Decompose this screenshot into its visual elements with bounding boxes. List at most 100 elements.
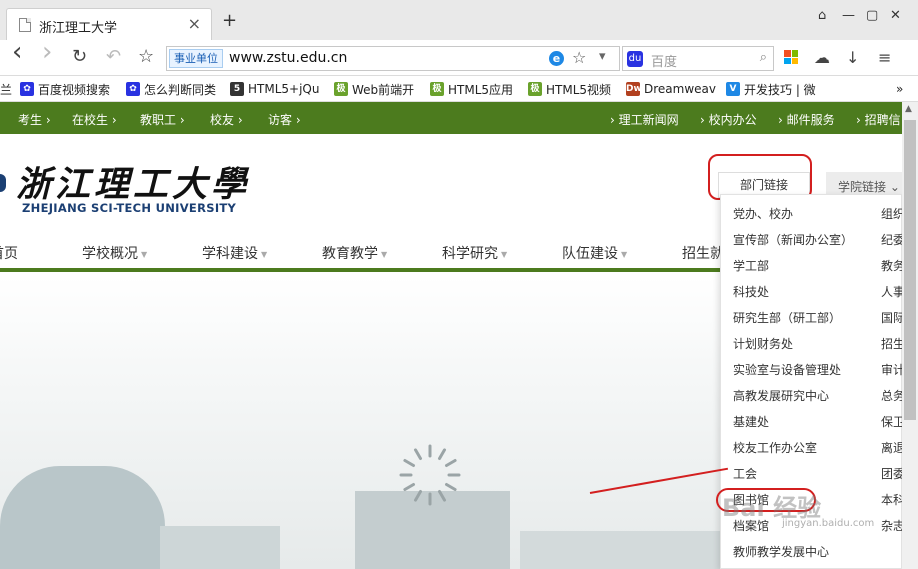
dept-link[interactable]: 工会 <box>733 465 757 482</box>
green-icon: 极 <box>430 82 444 96</box>
paw-icon: ✿ <box>126 82 140 96</box>
favorite-star-icon[interactable]: ☆ <box>572 48 586 67</box>
bookmark-item[interactable]: 极 HTML5视频 <box>528 80 611 98</box>
url-text[interactable]: www.zstu.edu.cn <box>229 50 347 66</box>
dept-link[interactable]: 保卫 <box>881 413 902 430</box>
logo-emblem <box>0 174 6 192</box>
bookmark-item[interactable]: 兰 <box>0 80 12 98</box>
org-type-badge: 事业单位 <box>169 49 223 68</box>
topnav-link[interactable]: 在校生 › <box>72 111 117 128</box>
scrollbar-thumb[interactable] <box>904 120 916 420</box>
bookmark-item[interactable]: 极 HTML5应用 <box>430 80 513 98</box>
bookmark-item[interactable]: V 开发技巧 | 微 <box>726 80 816 98</box>
html5-icon: 5 <box>230 82 244 96</box>
skin-icon[interactable]: ⌂ <box>818 8 826 23</box>
undo-icon[interactable]: ↶ <box>106 47 121 67</box>
green-icon: 极 <box>334 82 348 96</box>
logo-english: ZHEJIANG SCI-TECH UNIVERSITY <box>22 201 237 215</box>
url-field[interactable]: 事业单位 www.zstu.edu.cn e ☆ ▾ <box>166 46 620 71</box>
watermark-url: jingyan.baidu.com <box>782 518 875 529</box>
apps-grid-icon[interactable] <box>784 50 798 64</box>
dept-link[interactable]: 招生 <box>881 335 902 352</box>
dept-link[interactable]: 实验室与设备管理处 <box>733 361 841 378</box>
search-placeholder: 百度 <box>651 55 678 70</box>
top-nav-bar: 考生 › 在校生 › 教职工 › 校友 › 访客 › › 理工新闻网 › 校内办… <box>0 102 902 134</box>
download-icon[interactable]: ↓ <box>846 49 859 67</box>
address-toolbar: ‹ › ↻ ↶ ☆ 事业单位 www.zstu.edu.cn e ☆ ▾ du … <box>0 39 918 76</box>
logo-chinese[interactable]: 浙江理工大學 <box>16 156 250 207</box>
dept-link[interactable]: 人事 <box>881 283 902 300</box>
dept-link[interactable]: 本科 <box>881 491 902 508</box>
dept-link[interactable]: 总务 <box>881 387 902 404</box>
new-tab-button[interactable]: + <box>222 12 237 30</box>
bookmark-item[interactable]: 极 Web前端开 <box>334 80 414 98</box>
dept-link[interactable]: 党办、校办 <box>733 205 793 222</box>
dept-link[interactable]: 杂志 <box>881 517 902 534</box>
url-dropdown-icon[interactable]: ▾ <box>599 49 606 64</box>
building-image <box>520 531 720 569</box>
dept-link[interactable]: 计划财务处 <box>733 335 793 352</box>
dept-link[interactable]: 教师教学发展中心 <box>733 543 829 560</box>
mainnav-item[interactable]: 教育教学 ▼ <box>322 243 387 263</box>
page-scrollbar[interactable]: ▲ <box>902 102 918 569</box>
loading-spinner-icon <box>399 444 461 506</box>
minimize-button[interactable]: — <box>842 8 855 23</box>
bookmark-star-icon[interactable]: ☆ <box>138 47 154 67</box>
building-image <box>160 526 280 569</box>
baidu-icon: du <box>627 51 643 67</box>
topnav-link[interactable]: 教职工 › <box>140 111 185 128</box>
topnav-link[interactable]: › 校内办公 <box>700 111 757 128</box>
reload-icon[interactable]: ↻ <box>72 47 87 67</box>
topnav-link[interactable]: 访客 › <box>268 111 301 128</box>
mainnav-item[interactable]: 首页 <box>0 243 18 263</box>
back-icon[interactable]: ‹ <box>12 39 22 65</box>
v-icon: V <box>726 82 740 96</box>
topnav-link[interactable]: › 邮件服务 <box>778 111 835 128</box>
search-box[interactable]: du 百度 ⌕ <box>622 46 774 71</box>
topnav-link[interactable]: › 理工新闻网 <box>610 111 679 128</box>
bookmarks-bar: 兰 ✿ 百度视频搜索 ✿ 怎么判断同类 5 HTML5+jQu 极 Web前端开 极 HT… <box>0 76 918 102</box>
mainnav-item[interactable]: 学校概况 ▼ <box>82 243 147 263</box>
dept-link[interactable]: 纪委 <box>881 231 902 248</box>
close-window-button[interactable]: ✕ <box>890 8 901 23</box>
dept-link[interactable]: 团委 <box>881 465 902 482</box>
topnav-link[interactable]: 校友 › <box>210 111 243 128</box>
bookmark-item[interactable]: ✿ 百度视频搜索 <box>20 80 110 98</box>
topnav-link[interactable]: › 招聘信 <box>856 111 901 128</box>
green-icon: 极 <box>528 82 542 96</box>
dept-link[interactable]: 宣传部（新闻办公室） <box>733 231 853 248</box>
dept-link[interactable]: 审计 <box>881 361 902 378</box>
mainnav-item[interactable]: 学科建设 ▼ <box>202 243 267 263</box>
dept-link[interactable]: 离退 <box>881 439 902 456</box>
bookmark-item[interactable]: 5 HTML5+jQu <box>230 80 319 98</box>
scroll-up-icon[interactable]: ▲ <box>905 104 912 114</box>
page-icon <box>19 18 31 32</box>
paw-icon: ✿ <box>20 82 34 96</box>
dw-icon: Dw <box>626 82 642 96</box>
cloud-icon[interactable]: ☁ <box>814 49 830 67</box>
dept-link[interactable]: 国际 <box>881 309 902 326</box>
bookmark-item[interactable]: Dw Dreamweav <box>626 80 716 98</box>
ie-mode-icon[interactable]: e <box>549 51 564 66</box>
mainnav-item[interactable]: 队伍建设 ▼ <box>562 243 627 263</box>
topnav-link[interactable]: 考生 › <box>18 111 51 128</box>
bookmark-item[interactable]: ✿ 怎么判断同类 <box>126 80 216 98</box>
menu-icon[interactable]: ≡ <box>878 49 891 67</box>
dept-link[interactable]: 高教发展研究中心 <box>733 387 829 404</box>
dept-link[interactable]: 组织 <box>881 205 902 222</box>
bookmarks-overflow[interactable]: » <box>896 80 903 98</box>
search-icon[interactable]: ⌕ <box>760 50 767 65</box>
mainnav-item[interactable]: 科学研究 ▼ <box>442 243 507 263</box>
forward-icon[interactable]: › <box>42 39 52 65</box>
dept-link[interactable]: 学工部 <box>733 257 769 274</box>
dept-link[interactable]: 科技处 <box>733 283 769 300</box>
browser-tab[interactable]: 浙江理工大学 × <box>6 8 212 40</box>
building-image <box>0 466 165 569</box>
dept-link[interactable]: 校友工作办公室 <box>733 439 817 456</box>
dept-link[interactable]: 基建处 <box>733 413 769 430</box>
dept-link[interactable]: 研究生部（研工部） <box>733 309 841 326</box>
mainnav-item[interactable]: 招生就 <box>682 243 724 263</box>
dept-link[interactable]: 教务 <box>881 257 902 274</box>
maximize-button[interactable]: ▢ <box>866 8 878 23</box>
close-tab-icon[interactable]: × <box>188 14 201 33</box>
